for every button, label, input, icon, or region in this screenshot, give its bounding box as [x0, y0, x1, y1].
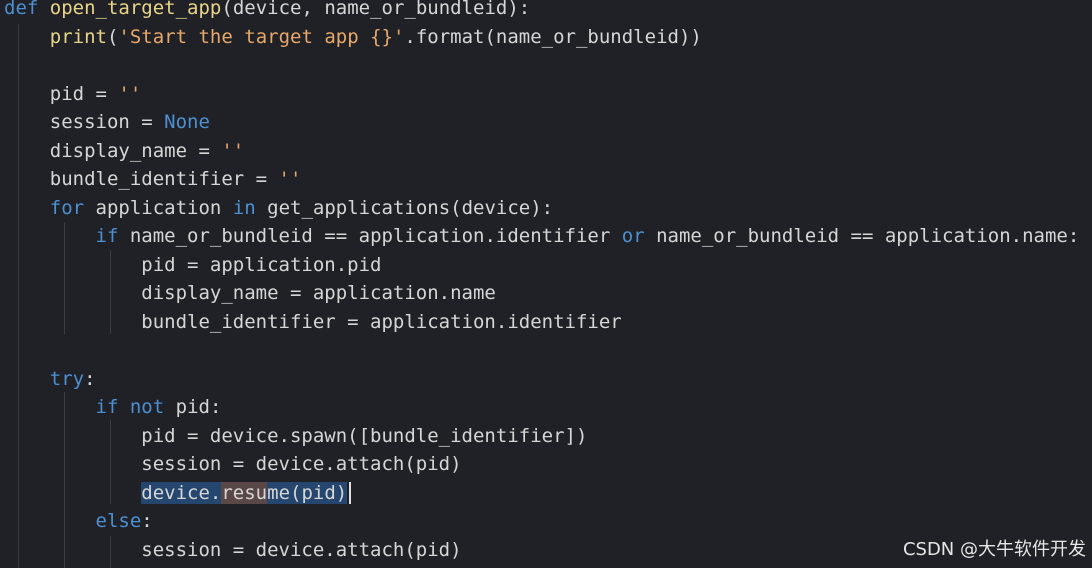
code-token: resu [221, 481, 268, 504]
code-line[interactable]: if name_or_bundleid == application.ident… [4, 222, 1080, 250]
code-token: pid = application.pid [4, 253, 382, 276]
code-token: else [95, 510, 142, 532]
code-token: if [95, 396, 119, 418]
code-line[interactable]: if not pid: [4, 393, 222, 421]
code-token: None [164, 111, 210, 133]
code-editor[interactable]: def open_target_app(device, name_or_bund… [0, 0, 1092, 568]
code-token: name_or_bundleid == application.identifi… [118, 225, 622, 247]
code-token: if [95, 225, 119, 247]
code-token: def [4, 0, 39, 19]
code-line[interactable]: print('Start the target app {}'.format(n… [4, 23, 702, 51]
code-token: session = device.attach(pid) [4, 453, 462, 475]
code-token: device. [141, 481, 222, 504]
code-token: not [129, 396, 165, 418]
code-token: : [84, 367, 96, 390]
code-token: in [232, 196, 256, 219]
code-line[interactable]: for application in get_applications(devi… [4, 194, 553, 222]
code-token: bundle_identifier = [4, 168, 279, 190]
code-token: '' [118, 82, 142, 105]
code-token: '' [278, 168, 302, 190]
code-line[interactable]: display_name = '' [4, 137, 244, 165]
code-line[interactable]: session = None [4, 108, 210, 136]
code-token: ( [106, 25, 119, 48]
code-token: get_applications(device): [255, 196, 554, 219]
code-token: open_target_app [49, 0, 222, 19]
code-token: display_name = application.name [4, 282, 496, 304]
code-token: for [49, 196, 85, 219]
code-line[interactable]: bundle_identifier = application.identifi… [4, 308, 622, 336]
code-token: me(pid) [267, 481, 348, 504]
text-caret [349, 482, 352, 504]
code-token: bundle_identifier = application.identifi… [4, 310, 622, 333]
code-token: pid = [4, 82, 119, 105]
code-line[interactable]: else: [4, 507, 153, 535]
code-line[interactable]: pid = '' [4, 80, 142, 108]
code-token: 'Start the target app {}' [118, 25, 405, 48]
watermark-text: CSDN @大牛软件开发 [902, 539, 1086, 560]
code-line[interactable]: try: [4, 365, 96, 393]
code-token: print [49, 25, 107, 48]
code-line[interactable]: session = device.attach(pid) [4, 536, 462, 564]
code-line[interactable]: pid = device.spawn([bundle_identifier]) [4, 422, 587, 450]
code-line[interactable]: device.resume(pid) [4, 479, 352, 507]
code-line[interactable]: pid = application.pid [4, 251, 382, 279]
code-token: .format(name_or_bundleid)) [404, 25, 702, 48]
code-token: '' [221, 139, 245, 162]
code-token: (device, name_or_bundleid): [221, 0, 531, 19]
code-token: try [49, 367, 85, 390]
code-token: pid: [164, 396, 222, 418]
code-line[interactable]: display_name = application.name [4, 279, 496, 307]
code-token: name_or_bundleid == application.name: [644, 225, 1080, 247]
code-line[interactable]: bundle_identifier = '' [4, 165, 302, 193]
code-line[interactable]: def open_target_app(device, name_or_bund… [4, 0, 530, 22]
code-token: display_name = [4, 139, 222, 162]
code-token: application [84, 196, 233, 219]
code-token: pid = device.spawn([bundle_identifier]) [4, 424, 588, 447]
code-line[interactable]: session = device.attach(pid) [4, 450, 462, 478]
code-token: session = [4, 111, 165, 133]
code-token: : [141, 510, 153, 532]
code-token: or [621, 225, 645, 247]
code-token: session = device.attach(pid) [4, 538, 462, 561]
